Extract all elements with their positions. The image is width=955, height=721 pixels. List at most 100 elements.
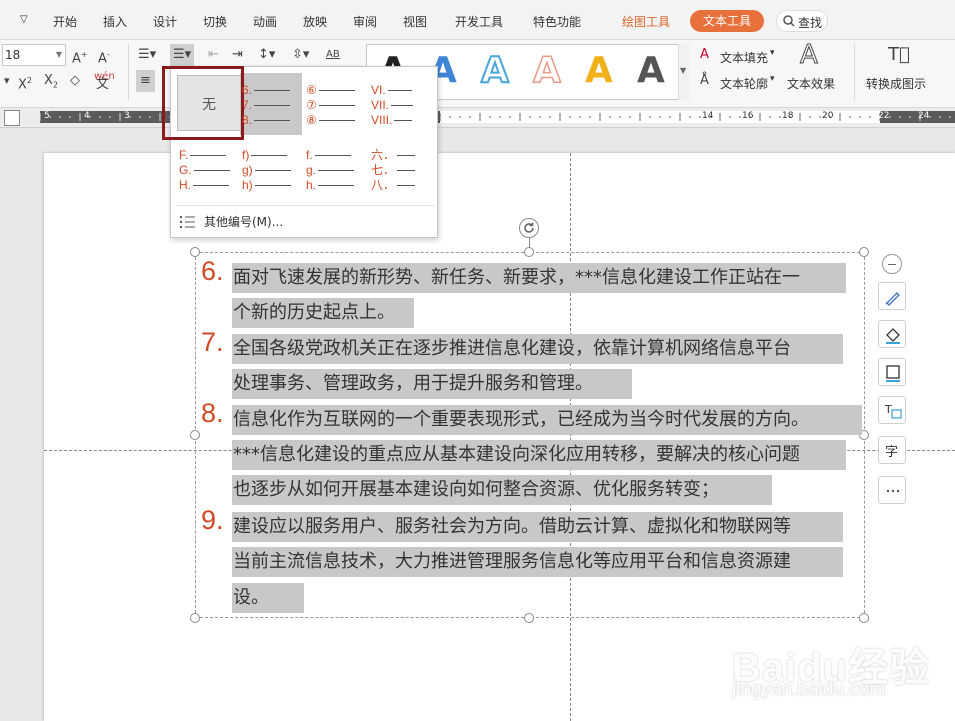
convert-to-graphic-icon[interactable]: T⃞ [888,44,910,66]
menu-slideshow[interactable]: 放映 [303,13,327,30]
text-line[interactable]: 设。 [232,583,304,613]
text-line[interactable]: 面对飞速发展的新形势、新任务、新要求，***信息化建设工作正站在一 [232,263,846,293]
wordart-style-gray[interactable]: A [637,51,665,91]
resize-handle-se[interactable] [859,613,869,623]
text-line[interactable]: 处理事务、管理政务，用于提升服务和管理。 [232,369,632,399]
option-line: VI. [371,83,412,97]
resize-handle-nw[interactable] [190,247,200,257]
quick-access-dropdown-icon[interactable]: ▽ [20,14,28,25]
more-numbering-label: 其他编号(M)... [204,215,284,229]
ruler-label: 24 [918,111,930,121]
gallery-scroll-button[interactable]: ▼ [678,44,690,100]
option-line: H. [179,178,229,192]
eraser-icon[interactable]: ◇ [70,70,80,92]
text-line[interactable]: 也逐步从如何开展基本建设向如何整合资源、优化服务转变； [232,475,772,505]
text-line[interactable]: ***信息化建设的重点应从基本建设向深化应用转移，要解决的核心问题 [232,440,846,470]
wordart-style-salmon-outline[interactable]: A [532,50,561,92]
menu-view[interactable]: 视图 [403,13,427,30]
text-line[interactable]: 当前主流信息技术，大力推进管理服务信息化等应用平台和信息资源建 [232,547,843,577]
wordart-style-gold[interactable]: A [585,51,613,91]
numbering-option-upper-alpha[interactable]: F. G. H. [179,148,237,194]
more-numbering-option[interactable]: 其他编号(M)... [176,212,376,232]
option-line: 七． [371,163,416,177]
dropdown-icon[interactable]: ▾ [4,70,10,92]
resize-handle-ne[interactable] [859,247,869,257]
numbering-option-lower-alpha-paren[interactable]: f) g) h) [242,148,300,194]
svg-text:T: T [884,403,892,416]
option-line: 8. [242,113,291,127]
tab-text-tools[interactable]: 文本工具 [690,10,764,32]
text-line[interactable]: 全国各级党政机关正在逐步推进信息化建设，依靠计算机网络信息平台 [232,334,843,364]
increase-indent-icon[interactable]: ⇥ [232,44,243,66]
menu-design[interactable]: 设计 [153,13,177,30]
option-line: 六． [371,148,416,162]
chevron-down-icon[interactable]: ▾ [770,48,775,58]
text-effect-button[interactable]: 文本效果 [787,75,835,92]
wordart-style-blue-outline[interactable]: A [480,50,510,92]
option-line: ⑥ [306,83,355,97]
shape-style-button[interactable] [878,282,906,310]
numbering-button[interactable]: ☰▾ [170,44,195,66]
text-line[interactable]: 信息化作为互联网的一个重要表现形式，已经成为当今时代发展的方向。 [232,405,862,435]
ribbon-divider [854,44,855,100]
option-line: g. [306,163,355,177]
menu-review[interactable]: 审阅 [353,13,377,30]
tab-stop-selector[interactable] [4,110,20,126]
bullets-icon[interactable]: ☰▾ [138,44,156,66]
numbering-option-circled[interactable]: ⑥ ⑦ ⑧ [306,83,364,129]
more-options-button[interactable] [878,476,906,504]
resize-handle-sw[interactable] [190,613,200,623]
sort-icon[interactable]: ↕▾ [258,44,275,66]
text-box-icon: T [884,403,902,419]
ruler-label: 5 [44,111,50,121]
decrease-font-icon[interactable]: A- [98,44,110,66]
text-effect-icon[interactable]: A [800,42,819,69]
resize-handle-w[interactable] [190,430,200,440]
character-icon: 字 [885,445,898,460]
text-box-button[interactable]: T [878,396,906,424]
increase-font-icon[interactable]: A+ [72,44,88,66]
text-format-button[interactable]: 字 [878,436,906,464]
chevron-down-icon[interactable]: ▾ [770,74,775,84]
align-left-icon[interactable]: ≡ [136,70,155,92]
text-line[interactable]: 个新的历史起点上。 [232,298,414,328]
option-line: 6. [242,83,291,97]
numbering-option-chinese[interactable]: 六． 七． 八． [371,148,429,194]
text-outline-button[interactable]: 文本轮廓 [720,75,768,92]
text-outline-icon[interactable]: Å [700,70,709,92]
decrease-indent-icon[interactable]: ⇤ [208,44,219,66]
text-fill-button[interactable]: 文本填充 [720,49,768,66]
convert-to-graphic-button[interactable]: 转换成图示 [866,75,926,92]
menu-insert[interactable]: 插入 [103,13,127,30]
text-line[interactable]: 建设应以服务用户、服务社会为方向。借助云计算、虚拟化和物联网等 [232,512,843,542]
resize-handle-s[interactable] [524,613,534,623]
menu-animation[interactable]: 动画 [253,13,277,30]
option-line: F. [179,148,227,162]
subscript-icon[interactable]: X2 [44,70,58,92]
chevron-down-icon: ▼ [55,50,62,59]
option-line: 八． [371,178,416,192]
menu-transition[interactable]: 切换 [203,13,227,30]
superscript-icon[interactable]: X2 [18,70,32,92]
shape-fill-button[interactable] [878,320,906,348]
menu-developer[interactable]: 开发工具 [455,13,503,30]
numbering-option-roman[interactable]: VI. VII. VIII. [371,83,429,129]
numbering-option-arabic[interactable]: 6. 7. 8. [242,83,300,129]
line-spacing-icon[interactable]: ⇳▾ [292,44,309,66]
text-direction-button[interactable]: AB [326,44,340,66]
menu-home[interactable]: 开始 [53,13,77,30]
tab-drawing-tools[interactable]: 绘图工具 [622,13,670,30]
shape-outline-button[interactable] [878,358,906,386]
watermark-url: jingyan.baidu.com [732,679,886,700]
rotate-icon [524,222,534,233]
text-fill-icon[interactable]: A [700,44,709,66]
rotate-handle[interactable] [519,218,539,238]
menu-special-features[interactable]: 特色功能 [533,13,581,30]
numbering-option-lower-alpha[interactable]: f. g. h. [306,148,364,194]
search-button[interactable]: 查找 [776,10,828,32]
chevron-down-icon: ▼ [680,66,687,75]
collapse-toolbar-button[interactable] [882,254,902,274]
resize-handle-n[interactable] [524,247,534,257]
option-line: h. [306,178,355,192]
font-size-select[interactable]: 18 ▼ [2,44,66,66]
